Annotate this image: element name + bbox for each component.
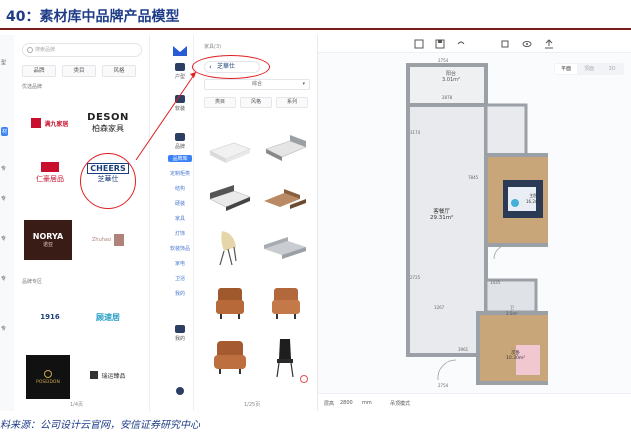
annotation-arrow bbox=[135, 71, 197, 161]
figure-caption: 料来源：公司设计云官网，安信证券研究中心 bbox=[0, 420, 200, 431]
